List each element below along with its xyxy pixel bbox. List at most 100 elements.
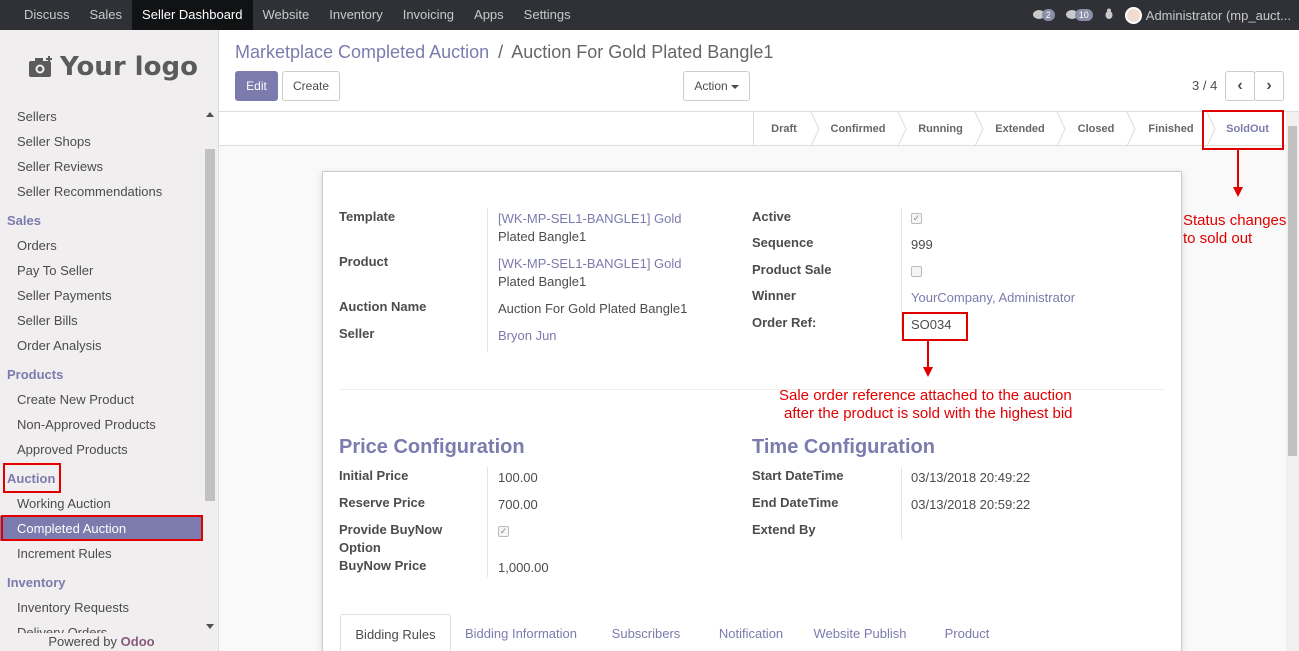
logo-text: Your logo xyxy=(60,52,198,82)
menu-sales[interactable]: Sales xyxy=(80,0,133,30)
reserve-price-label: Reserve Price xyxy=(339,495,426,510)
action-dropdown[interactable]: Action xyxy=(683,71,750,101)
tab-product[interactable]: Product xyxy=(934,614,1000,651)
menu-discuss[interactable]: Discuss xyxy=(14,0,80,30)
order-ref-label: Order Ref: xyxy=(752,315,817,330)
chevron-left-icon: ‹ xyxy=(1237,77,1243,94)
pager-value: 3 / 4 xyxy=(1192,78,1218,93)
messages-button[interactable]: 10 xyxy=(1065,9,1093,21)
sidebar-nav: Sellers Seller Shops Seller Reviews Sell… xyxy=(0,104,203,645)
tab-subscribers[interactable]: Subscribers xyxy=(606,614,686,651)
annotation-box-soldout xyxy=(1202,110,1284,150)
chevron-right-icon: › xyxy=(1266,77,1272,94)
active-checkbox: ✓ xyxy=(911,213,922,224)
active-label: Active xyxy=(752,209,792,224)
template-value-line2: Plated Bangle1 xyxy=(498,229,587,244)
menu-apps[interactable]: Apps xyxy=(464,0,514,30)
sidebar-item-pay-to-seller[interactable]: Pay To Seller xyxy=(0,258,203,283)
chat-button[interactable]: 2 xyxy=(1032,9,1055,21)
product-value[interactable]: [WK-MP-SEL1-BANGLE1] Gold xyxy=(498,255,682,273)
breadcrumb-current: Auction For Gold Plated Bangle1 xyxy=(511,42,774,62)
status-bar: Draft Confirmed Running Extended Closed … xyxy=(219,112,1286,146)
tab-notification[interactable]: Notification xyxy=(710,614,792,651)
pager-next-button[interactable]: › xyxy=(1254,71,1284,101)
odoo-link[interactable]: Odoo xyxy=(121,634,155,649)
app-menu: Discuss Sales Seller Dashboard Website I… xyxy=(14,0,581,30)
sidebar-item-orders[interactable]: Orders xyxy=(0,233,203,258)
winner-value[interactable]: YourCompany, Administrator xyxy=(911,289,1075,307)
sidebar-section-sales[interactable]: Sales xyxy=(0,204,203,233)
sidebar-item-non-approved-products[interactable]: Non-Approved Products xyxy=(0,412,203,437)
order-annotation-line2: after the product is sold with the highe… xyxy=(784,405,1073,422)
sidebar-item-inventory-requests[interactable]: Inventory Requests xyxy=(0,595,203,620)
annotation-box-completed-auction xyxy=(1,515,203,541)
breadcrumb: Marketplace Completed Auction / Auction … xyxy=(235,42,773,63)
annotation-box-auction xyxy=(3,463,61,493)
buynow-price-label: BuyNow Price xyxy=(339,558,427,573)
status-annotation-line2: to sold out xyxy=(1183,230,1253,247)
sidebar-item-seller-bills[interactable]: Seller Bills xyxy=(0,308,203,333)
avatar[interactable] xyxy=(1124,6,1142,24)
product-sale-label: Product Sale xyxy=(752,262,832,277)
menu-invoicing[interactable]: Invoicing xyxy=(393,0,464,30)
tab-bidding-information[interactable]: Bidding Information xyxy=(460,614,582,651)
annotation-box-order-ref xyxy=(902,312,968,341)
breadcrumb-separator: / xyxy=(498,42,504,62)
sidebar-item-working-auction[interactable]: Working Auction xyxy=(0,491,203,516)
annotation-arrow-line xyxy=(1237,150,1239,188)
scroll-up-icon[interactable] xyxy=(206,112,214,117)
powered-by-text: Powered by xyxy=(48,634,118,649)
user-menu[interactable]: Administrator (mp_auct... xyxy=(1146,8,1291,23)
sidebar-item-approved-products[interactable]: Approved Products xyxy=(0,437,203,462)
edit-button[interactable]: Edit xyxy=(235,71,278,101)
scroll-down-icon[interactable] xyxy=(206,624,214,629)
sidebar-item-seller-shops[interactable]: Seller Shops xyxy=(0,129,203,154)
systray: 2 10 Administrator (mp_auct... xyxy=(1032,0,1291,30)
sequence-value: 999 xyxy=(911,237,933,252)
menu-inventory[interactable]: Inventory xyxy=(319,0,392,30)
seller-value[interactable]: Bryon Jun xyxy=(498,327,557,345)
sidebar-item-sellers[interactable]: Sellers xyxy=(0,104,203,129)
menu-website[interactable]: Website xyxy=(253,0,320,30)
reserve-price-value: 700.00 xyxy=(498,497,538,512)
create-button[interactable]: Create xyxy=(282,71,340,101)
sidebar-scroll-thumb[interactable] xyxy=(205,149,215,501)
caret-down-icon xyxy=(730,84,739,89)
time-config-title: Time Configuration xyxy=(752,436,935,458)
product-label: Product xyxy=(339,254,389,269)
auction-name-value: Auction For Gold Plated Bangle1 xyxy=(498,301,688,316)
breadcrumb-parent[interactable]: Marketplace Completed Auction xyxy=(235,42,489,62)
tab-bidding-rules[interactable]: Bidding Rules xyxy=(340,614,451,651)
sidebar-item-seller-recommendations[interactable]: Seller Recommendations xyxy=(0,179,203,204)
initial-price-label: Initial Price xyxy=(339,468,409,483)
sidebar-section-products[interactable]: Products xyxy=(0,358,203,387)
sidebar-item-increment-rules[interactable]: Increment Rules xyxy=(0,541,203,566)
debug-bug-icon[interactable] xyxy=(1103,8,1115,23)
camera-icon xyxy=(29,56,52,77)
sidebar-item-create-new-product[interactable]: Create New Product xyxy=(0,387,203,412)
order-annotation-line1: Sale order reference attached to the auc… xyxy=(779,387,1072,404)
start-datetime-value: 03/13/2018 20:49:22 xyxy=(911,470,1031,485)
winner-label: Winner xyxy=(752,288,796,303)
main-scroll-thumb[interactable] xyxy=(1288,126,1297,456)
tab-website-publish[interactable]: Website Publish xyxy=(808,614,912,651)
menu-seller-dashboard[interactable]: Seller Dashboard xyxy=(132,0,253,30)
product-value-line2: Plated Bangle1 xyxy=(498,274,587,289)
sequence-label: Sequence xyxy=(752,235,814,250)
initial-price-value: 100.00 xyxy=(498,470,538,485)
action-label: Action xyxy=(694,79,728,93)
price-config-title: Price Configuration xyxy=(339,436,525,458)
sidebar-item-seller-reviews[interactable]: Seller Reviews xyxy=(0,154,203,179)
annotation-arrow-head xyxy=(923,367,933,377)
menu-settings[interactable]: Settings xyxy=(514,0,581,30)
sidebar-item-seller-payments[interactable]: Seller Payments xyxy=(0,283,203,308)
sidebar-section-inventory[interactable]: Inventory xyxy=(0,566,203,595)
sidebar-item-order-analysis[interactable]: Order Analysis xyxy=(0,333,203,358)
seller-label: Seller xyxy=(339,326,375,341)
end-datetime-label: End DateTime xyxy=(752,495,839,510)
buynow-option-label-line2: Option xyxy=(339,540,381,555)
pager-previous-button[interactable]: ‹ xyxy=(1225,71,1255,101)
annotation-arrow-line xyxy=(927,341,929,368)
template-label: Template xyxy=(339,209,396,224)
template-value[interactable]: [WK-MP-SEL1-BANGLE1] Gold xyxy=(498,210,682,228)
